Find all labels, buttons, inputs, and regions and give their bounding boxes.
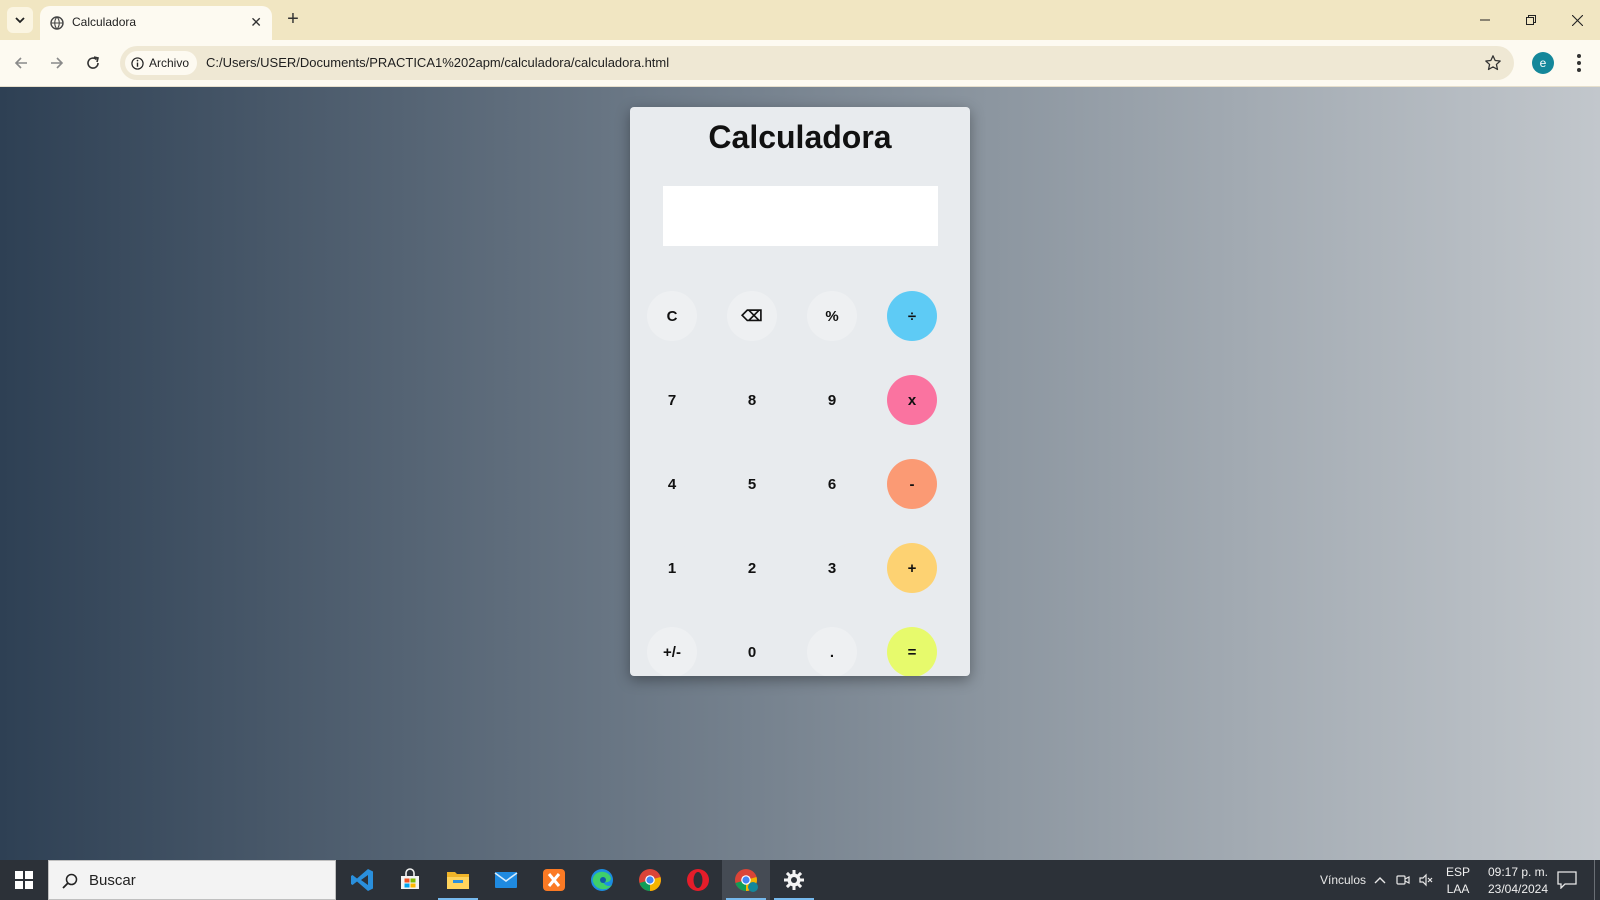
minimize-icon: [1480, 19, 1490, 21]
browser-menu-icon[interactable]: [1570, 51, 1588, 75]
profile-avatar[interactable]: e: [1532, 52, 1554, 74]
key-eight-button[interactable]: 8: [727, 375, 777, 425]
key-equals-button[interactable]: =: [887, 627, 937, 676]
clock-time: 09:17 p. m.: [1487, 865, 1549, 879]
chevron-up-icon[interactable]: [1372, 872, 1388, 888]
taskbar-clock[interactable]: 09:17 p. m. 23/04/2024: [1478, 864, 1558, 898]
search-icon: [62, 873, 78, 889]
key-decimal-button[interactable]: .: [807, 627, 857, 676]
minimize-button[interactable]: [1462, 0, 1508, 40]
key-subtract-button[interactable]: -: [887, 459, 937, 509]
taskbar: Buscar Vínculos ESP LAA 09:17 p. m. 23/0…: [0, 860, 1600, 900]
key-clear-button[interactable]: C: [647, 291, 697, 341]
clock-date: 23/04/2024: [1487, 882, 1549, 896]
key-one-button[interactable]: 1: [647, 543, 697, 593]
address-bar[interactable]: Archivo C:/Users/USER/Documents/PRACTICA…: [120, 46, 1514, 80]
mail-icon[interactable]: [482, 860, 530, 900]
tab-close-icon[interactable]: ✕: [250, 14, 262, 30]
globe-icon: [50, 16, 64, 30]
site-info-label: Archivo: [149, 56, 190, 70]
forward-button[interactable]: [44, 50, 70, 76]
key-add-button[interactable]: +: [887, 543, 937, 593]
volume-muted-icon[interactable]: [1418, 872, 1434, 888]
key-three-button[interactable]: 3: [807, 543, 857, 593]
close-window-button[interactable]: [1554, 0, 1600, 40]
key-percent-button[interactable]: %: [807, 291, 857, 341]
language-code: ESP: [1445, 865, 1470, 879]
close-icon: [1571, 14, 1583, 26]
calculator-display[interactable]: [663, 186, 938, 246]
key-divide-button[interactable]: ÷: [887, 291, 937, 341]
url-text[interactable]: C:/Users/USER/Documents/PRACTICA1%202apm…: [206, 55, 669, 70]
restore-icon: [1526, 15, 1536, 25]
new-tab-button[interactable]: +: [282, 9, 304, 31]
windows-logo-icon: [15, 871, 33, 889]
arrow-right-icon: [51, 57, 64, 69]
input-language-indicator[interactable]: ESP LAA: [1440, 864, 1476, 898]
settings-icon[interactable]: [770, 860, 818, 900]
taskbar-search[interactable]: Buscar: [48, 860, 336, 900]
start-button[interactable]: [0, 860, 48, 900]
keyboard-layout: LAA: [1446, 882, 1470, 896]
notifications-icon[interactable]: [1557, 871, 1577, 889]
file-explorer-icon[interactable]: [434, 860, 482, 900]
key-four-button[interactable]: 4: [647, 459, 697, 509]
back-button[interactable]: [8, 50, 34, 76]
restore-button[interactable]: [1508, 0, 1554, 40]
tab-search-button[interactable]: [7, 7, 33, 33]
key-nine-button[interactable]: 9: [807, 375, 857, 425]
edge-icon[interactable]: [578, 860, 626, 900]
calculator-panel: Calculadora C ⌫% ÷ 7 8 9 x 4 5 6- 1 2 3 + +/- 0. =: [630, 107, 970, 676]
meet-now-icon[interactable]: [1395, 872, 1411, 888]
chevron-down-icon: [15, 17, 25, 24]
reload-button[interactable]: [80, 50, 106, 76]
key-zero-button[interactable]: 0: [727, 627, 777, 676]
taskbar-search-placeholder: Buscar: [89, 872, 136, 889]
links-toolbar-label[interactable]: Vínculos: [1320, 873, 1366, 887]
key-backspace-button[interactable]: ⌫: [727, 291, 777, 341]
browser-tab[interactable]: Calculadora ✕: [40, 6, 272, 40]
browser-toolbar: Archivo C:/Users/USER/Documents/PRACTICA…: [0, 40, 1600, 87]
calculator-title: Calculadora: [708, 119, 892, 155]
vscode-icon[interactable]: [338, 860, 386, 900]
page-viewport: Calculadora C ⌫% ÷ 7 8 9 x 4 5 6- 1 2 3 + +/- 0. =: [0, 87, 1600, 860]
reload-icon: [87, 56, 99, 69]
tab-title: Calculadora: [72, 15, 137, 29]
chrome-profile-icon[interactable]: [722, 860, 770, 900]
key-two-button[interactable]: 2: [727, 543, 777, 593]
bookmark-star-icon[interactable]: [1484, 54, 1502, 72]
key-toggle-sign-button[interactable]: +/-: [647, 627, 697, 676]
arrow-left-icon: [14, 57, 27, 69]
key-five-button[interactable]: 5: [727, 459, 777, 509]
key-six-button[interactable]: 6: [807, 459, 857, 509]
show-desktop-button[interactable]: [1594, 860, 1595, 900]
tab-strip: Calculadora ✕ +: [0, 0, 1600, 40]
opera-icon[interactable]: [674, 860, 722, 900]
key-seven-button[interactable]: 7: [647, 375, 697, 425]
store-icon[interactable]: [386, 860, 434, 900]
key-multiply-button[interactable]: x: [887, 375, 937, 425]
site-info-chip[interactable]: Archivo: [125, 51, 198, 75]
chrome-icon[interactable]: [626, 860, 674, 900]
info-icon: [131, 56, 144, 70]
xampp-icon[interactable]: [530, 860, 578, 900]
